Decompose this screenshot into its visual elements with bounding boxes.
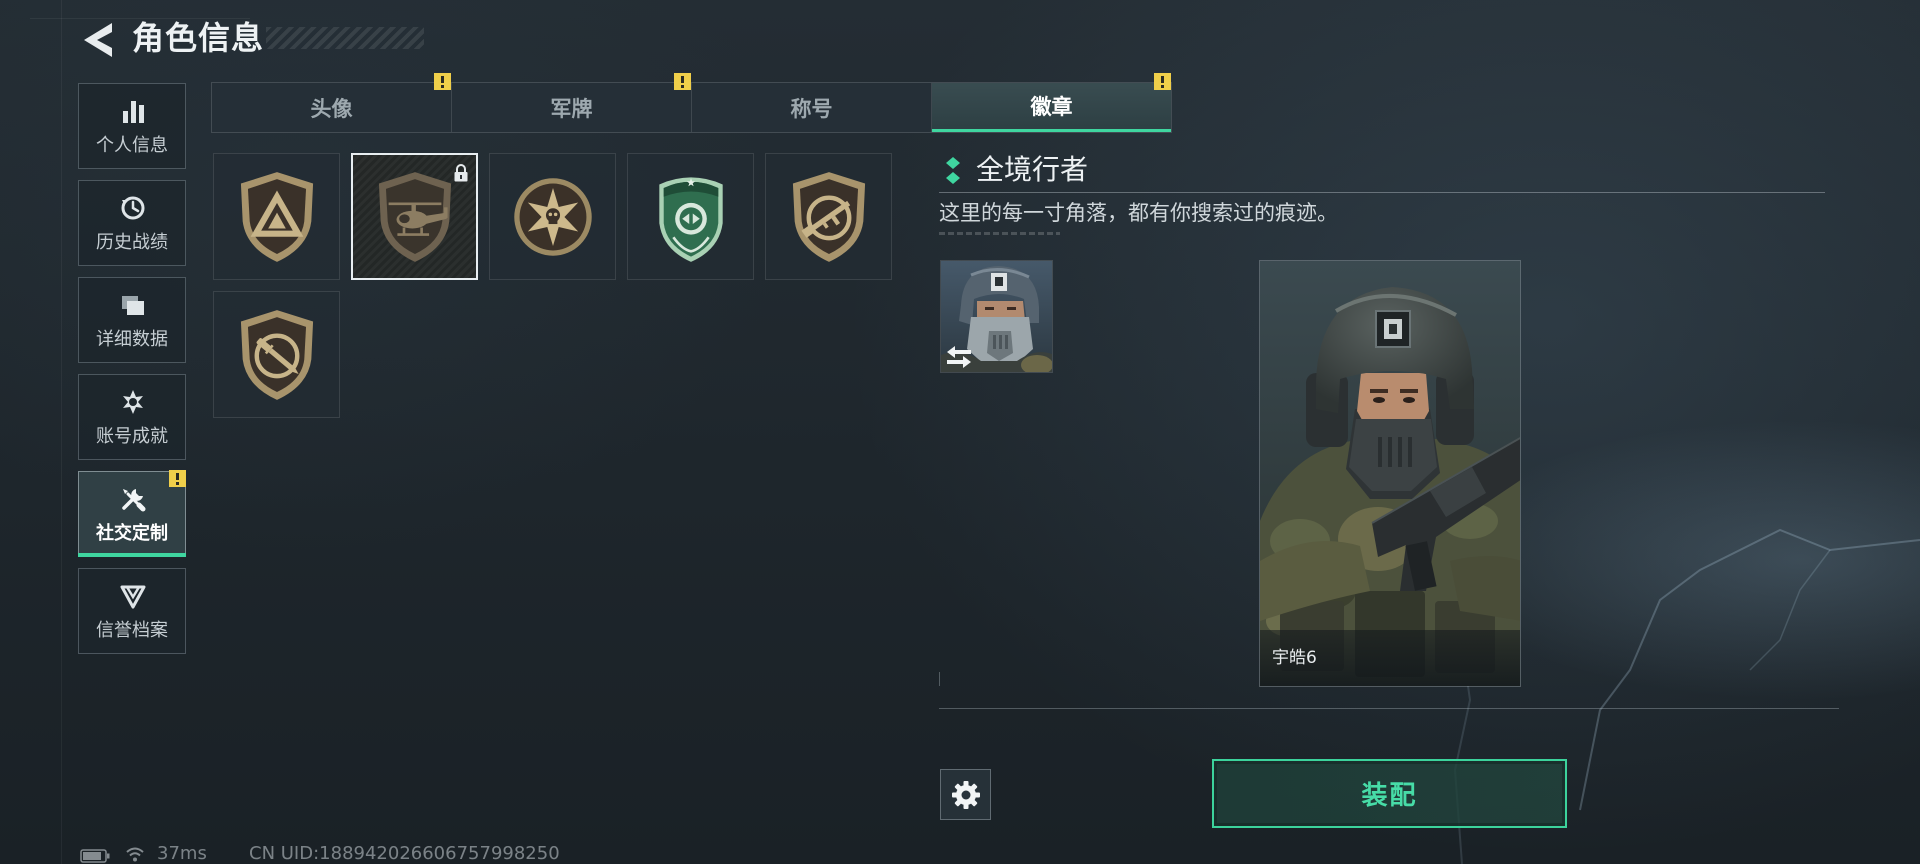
badge-description: 这里的每一寸角落，都有你搜索过的痕迹。	[939, 201, 1338, 225]
player-uid: CN UID:188942026606757998250	[249, 843, 560, 864]
tab-label: 军牌	[550, 96, 593, 121]
background-guide-line	[61, 0, 62, 864]
alert-icon	[674, 73, 691, 90]
sidebar-item-social-custom[interactable]: 社交定制	[78, 470, 186, 557]
sidebar-item-label: 社交定制	[96, 523, 168, 544]
alert-icon	[1154, 73, 1171, 90]
equip-button-label: 装配	[1361, 781, 1418, 811]
tab-label: 头像	[310, 96, 353, 121]
sidebar-item-personal-info[interactable]: 个人信息	[78, 83, 186, 169]
sidebar-item-label: 历史战绩	[96, 232, 168, 253]
tab-label: 称号	[790, 96, 833, 121]
active-indicator	[78, 553, 186, 557]
soldier-character-image	[1260, 261, 1520, 686]
sidebar-item-detailed-data[interactable]: 详细数据	[78, 277, 186, 363]
sidebar-item-label: 个人信息	[96, 135, 168, 156]
equip-button[interactable]: 装配	[1212, 759, 1567, 828]
divider	[939, 708, 1839, 709]
character-name-bar: 宇皓6	[1260, 630, 1520, 686]
swap-icon[interactable]	[943, 345, 975, 369]
ping-readout: 37ms	[157, 843, 207, 864]
back-arrow-icon	[84, 23, 112, 57]
alert-icon	[169, 470, 186, 487]
badge-title: 全境行者	[976, 153, 1089, 186]
diamond-marker-icon	[946, 157, 960, 184]
tools-icon	[122, 489, 146, 512]
sidebar-item-label: 账号成就	[96, 426, 168, 447]
settings-button[interactable]	[940, 769, 991, 820]
sidebar-item-label: 信誉档案	[96, 620, 168, 641]
tab-bar: 头像 军牌 称号 徽章	[211, 73, 1172, 133]
tab-badge[interactable]: 徽章	[932, 73, 1171, 132]
divider-tick	[939, 672, 940, 686]
badge-cell[interactable]	[213, 153, 340, 280]
badge-cell[interactable]	[765, 153, 892, 280]
triangle-badge-icon	[233, 167, 321, 267]
divider	[939, 232, 1060, 235]
achievement-icon	[123, 390, 143, 414]
battery-icon	[80, 849, 110, 863]
lock-icon	[453, 164, 469, 182]
gear-icon	[951, 780, 980, 809]
badge-cell[interactable]	[489, 153, 616, 280]
badge-grid	[213, 153, 892, 418]
avatar-thumbnail[interactable]	[940, 260, 1053, 373]
bar-chart-icon	[123, 101, 144, 123]
alert-icon	[434, 73, 451, 90]
reputation-icon	[120, 585, 146, 609]
sidebar-item-label: 详细数据	[96, 329, 168, 350]
history-icon	[121, 196, 145, 220]
sidebar-item-history[interactable]: 历史战绩	[78, 180, 186, 266]
character-card[interactable]: 宇皓6	[1259, 260, 1521, 687]
rifle-badge-icon	[785, 167, 873, 267]
star-skull-badge-icon	[509, 167, 597, 267]
tab-avatar[interactable]: 头像	[212, 73, 452, 132]
title-decoration	[266, 27, 424, 49]
divider	[939, 192, 1825, 193]
sidebar-item-achievements[interactable]: 账号成就	[78, 374, 186, 460]
green-shield-badge-icon	[647, 167, 735, 267]
back-button[interactable]	[80, 21, 114, 59]
tab-label: 徽章	[1030, 95, 1073, 119]
badge-cell[interactable]	[627, 153, 754, 280]
wifi-icon	[126, 847, 144, 862]
tab-title[interactable]: 称号	[692, 83, 932, 132]
badge-cell[interactable]	[213, 291, 340, 418]
knife-badge-icon	[233, 305, 321, 405]
page-title: 角色信息	[132, 19, 265, 57]
sidebar-item-reputation[interactable]: 信誉档案	[78, 568, 186, 654]
helicopter-badge-icon	[371, 167, 459, 267]
badge-cell[interactable]	[351, 153, 478, 280]
folders-icon	[122, 296, 144, 315]
tab-dogtag[interactable]: 军牌	[452, 73, 692, 132]
character-name: 宇皓6	[1272, 648, 1317, 668]
